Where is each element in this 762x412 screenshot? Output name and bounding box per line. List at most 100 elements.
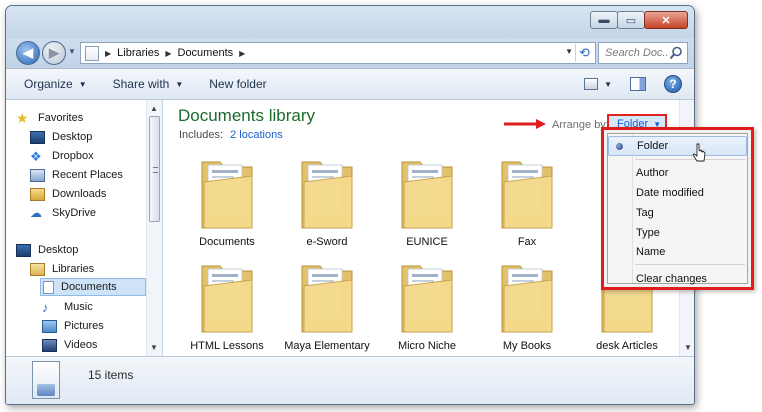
minimize-button[interactable]: ▬ — [590, 11, 618, 29]
back-button[interactable]: ◀ — [16, 41, 40, 65]
folder-name: EUNICE — [406, 236, 448, 248]
toolbar-right: ▼ ? — [584, 69, 694, 99]
scroll-down-icon[interactable]: ▼ — [150, 343, 158, 352]
breadcrumb-libraries[interactable]: Libraries — [117, 47, 159, 59]
item-count: 15 items — [88, 368, 134, 382]
search-icon[interactable] — [669, 46, 683, 60]
breadcrumb-arrow-icon[interactable]: ▶ — [239, 49, 245, 58]
menu-separator — [635, 264, 745, 265]
share-with-button[interactable]: Share with ▼ — [113, 77, 184, 91]
command-bar: Organize ▼ Share with ▼ New folder ▼ ? — [6, 68, 694, 100]
menu-item-name[interactable]: Name — [608, 242, 747, 262]
libraries-icon — [30, 262, 45, 276]
new-folder-button[interactable]: New folder — [209, 77, 266, 91]
grip-icon — [153, 167, 158, 173]
folder-icon — [501, 161, 553, 229]
radio-bullet-icon — [616, 143, 623, 150]
breadcrumb-segment[interactable]: ▶ Libraries ▶ Documents ▶ — [105, 47, 251, 59]
menu-item-label: Clear changes — [636, 273, 707, 285]
folder-name: Documents — [199, 236, 255, 248]
nav-libraries[interactable]: Libraries — [30, 260, 94, 278]
folder-icon — [401, 265, 453, 333]
recent-places-icon — [30, 168, 45, 182]
preview-pane-icon[interactable] — [630, 77, 646, 91]
recent-pages-dropdown[interactable]: ▼ — [68, 47, 76, 56]
menu-item-label: Tag — [636, 207, 654, 219]
folder-item[interactable]: Documents — [183, 156, 271, 248]
folder-item[interactable]: Micro Niche — [383, 260, 471, 352]
nav-documents[interactable]: Documents — [40, 278, 146, 296]
folder-name: HTML Lessons — [190, 340, 264, 352]
menu-item-folder[interactable]: Folder — [608, 136, 747, 156]
nav-label: Pictures — [64, 320, 104, 332]
scrollbar-thumb[interactable] — [149, 116, 160, 222]
close-button[interactable]: ✕ — [644, 11, 688, 29]
locations-link[interactable]: 2 locations — [230, 129, 283, 141]
menu-item-date-modified[interactable]: Date modified — [608, 183, 747, 203]
folder-name: My Books — [502, 340, 552, 352]
menu-item-label: Name — [636, 246, 666, 258]
star-icon: ★ — [16, 109, 29, 126]
search-box[interactable] — [598, 42, 688, 64]
includes-line: Includes: 2 locations — [179, 129, 283, 141]
nav-videos[interactable]: Videos — [42, 336, 97, 354]
nav-label: Recent Places — [52, 169, 123, 181]
scroll-up-icon[interactable]: ▲ — [150, 104, 158, 113]
window-controls: ▬ ▭ ✕ — [590, 11, 688, 29]
mouse-cursor-icon — [693, 143, 706, 162]
nav-label: Favorites — [38, 112, 84, 124]
menu-item-label: Type — [636, 227, 660, 239]
chevron-down-icon: ▼ — [78, 79, 87, 89]
nav-recent-places[interactable]: Recent Places — [30, 166, 123, 184]
desktop-icon — [16, 243, 31, 257]
menu-item-tag[interactable]: Tag — [608, 203, 747, 223]
nav-music[interactable]: ♪ Music — [42, 298, 93, 316]
nav-favorites[interactable]: ★ Favorites — [16, 109, 83, 127]
folder-item[interactable]: EUNICE — [383, 156, 471, 248]
nav-scrollbar[interactable]: ▲ ▼ — [146, 100, 162, 356]
folder-icon — [301, 161, 353, 229]
nav-label: Desktop — [52, 131, 93, 143]
nav-label: Downloads — [52, 188, 107, 200]
folder-name: e-Sword — [306, 236, 348, 248]
music-icon: ♪ — [42, 299, 49, 315]
folder-icon — [201, 265, 253, 333]
documents-icon — [43, 280, 54, 294]
menu-item-type[interactable]: Type — [608, 223, 747, 243]
breadcrumb-documents[interactable]: Documents — [178, 47, 234, 59]
details-pane: 15 items — [6, 356, 694, 404]
menu-item-author[interactable]: Author — [608, 163, 747, 183]
folder-name: Fax — [517, 236, 537, 248]
folder-item[interactable]: Fax — [483, 156, 571, 248]
change-view-icon[interactable] — [584, 78, 599, 90]
scroll-down-icon[interactable]: ▼ — [684, 343, 692, 352]
downloads-icon — [30, 187, 45, 201]
folder-item[interactable]: My Books — [483, 260, 571, 352]
nav-label: Documents — [61, 281, 117, 293]
search-input[interactable] — [605, 47, 669, 59]
forward-button[interactable]: ▶ — [42, 41, 66, 65]
folder-item[interactable]: e-Sword — [283, 156, 371, 248]
includes-label: Includes: — [179, 129, 224, 141]
menu-item-clear-changes[interactable]: Clear changes — [608, 269, 747, 289]
breadcrumb-arrow-icon[interactable]: ▶ — [165, 49, 171, 58]
nav-downloads[interactable]: Downloads — [30, 185, 106, 203]
desktop-icon — [30, 130, 45, 144]
organize-button[interactable]: Organize ▼ — [24, 77, 87, 91]
folder-item[interactable]: HTML Lessons — [183, 260, 271, 352]
folder-name: desk Articles — [596, 340, 658, 352]
menu-item-label: Author — [636, 167, 669, 179]
maximize-button[interactable]: ▭ — [617, 11, 645, 29]
view-options-dropdown-icon[interactable]: ▼ — [604, 80, 612, 89]
address-history-dropdown-icon[interactable]: ▼ — [565, 47, 573, 56]
address-bar[interactable]: ▶ Libraries ▶ Documents ▶ ▼ ⟲ — [80, 42, 596, 64]
nav-pictures[interactable]: Pictures — [42, 317, 104, 335]
skydrive-icon: ☁ — [30, 205, 42, 220]
help-icon[interactable]: ? — [664, 75, 682, 93]
refresh-icon[interactable]: ⟲ — [575, 44, 593, 62]
nav-desktop-root[interactable]: Desktop — [16, 241, 78, 259]
nav-dropbox[interactable]: ❖ Dropbox — [30, 147, 94, 165]
nav-desktop[interactable]: Desktop — [30, 128, 92, 146]
folder-item[interactable]: Maya Elementary — [283, 260, 371, 352]
nav-skydrive[interactable]: ☁ SkyDrive — [30, 204, 96, 222]
